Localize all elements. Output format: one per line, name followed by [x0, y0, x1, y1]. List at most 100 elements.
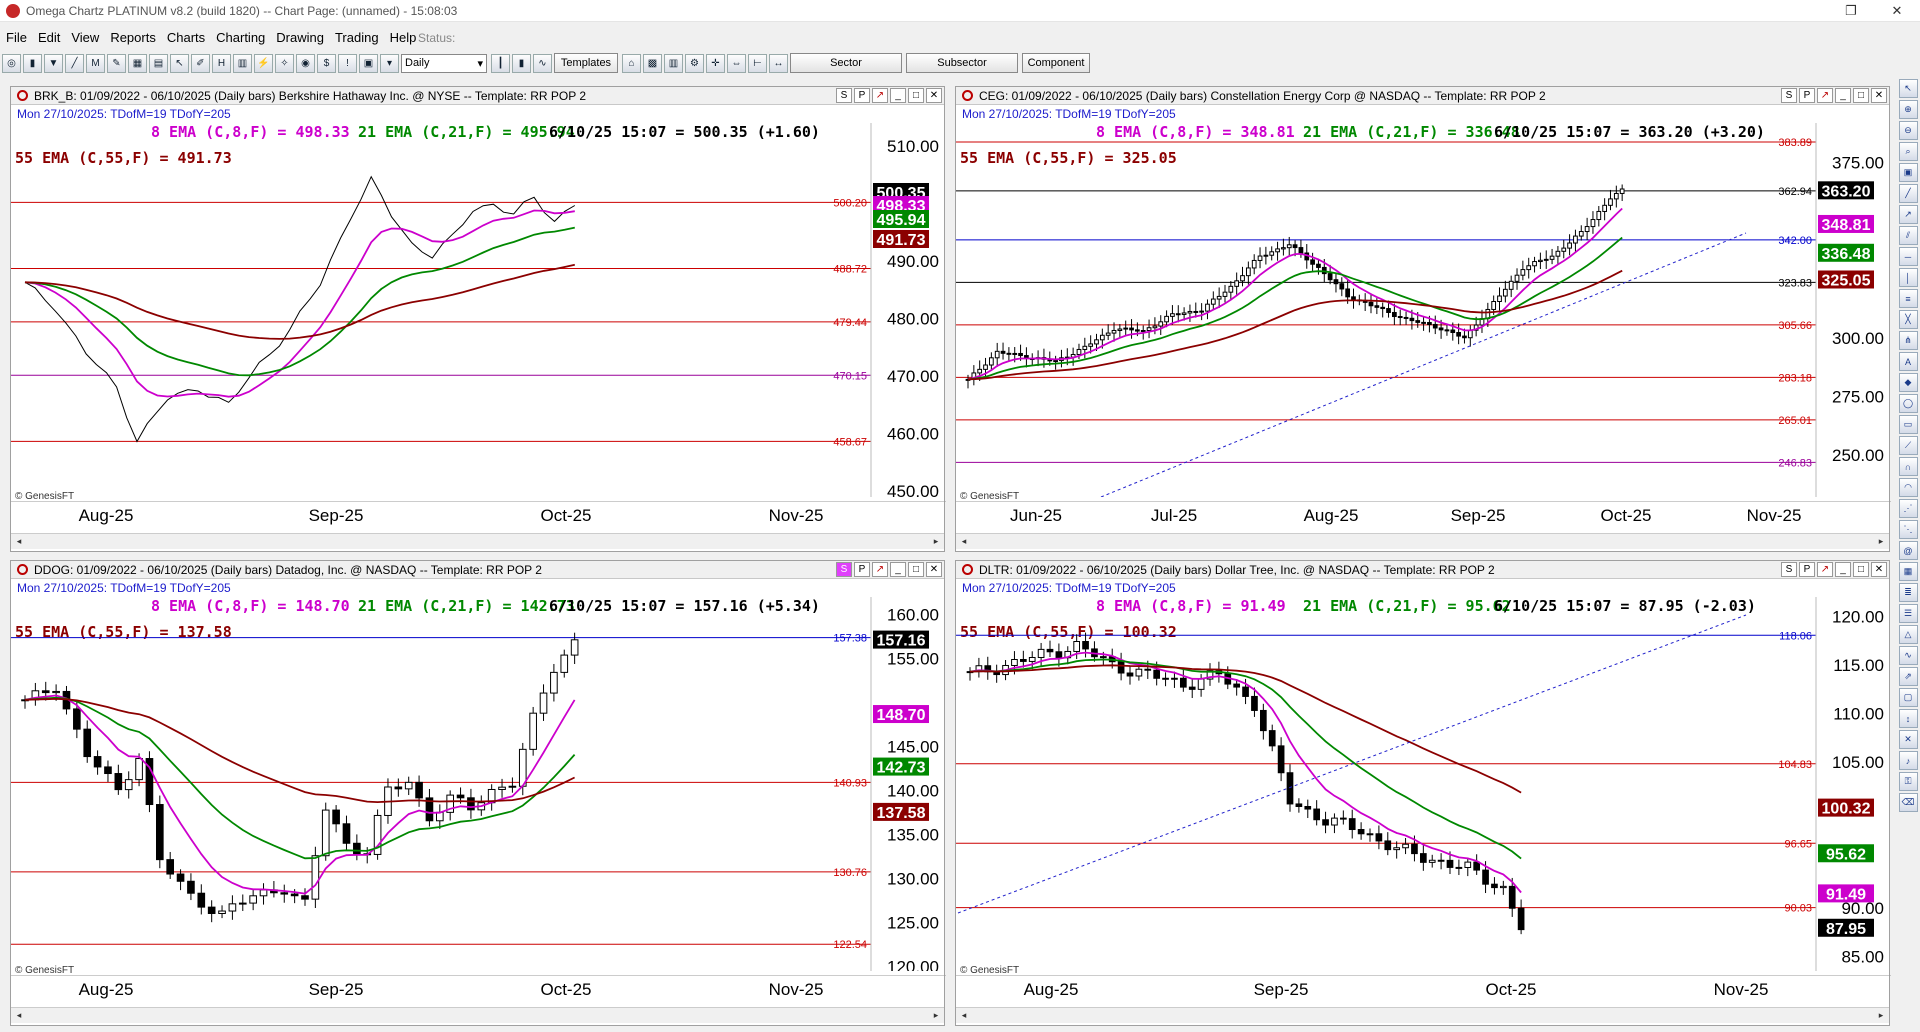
scroll-left-icon[interactable]: ◂: [11, 534, 27, 549]
vline-icon[interactable]: │: [1898, 268, 1918, 287]
line-chart-icon[interactable]: ∿: [533, 53, 552, 73]
period-select[interactable]: Daily ▾: [401, 53, 487, 73]
chart-panel-ddog[interactable]: DDOG: 01/09/2022 - 06/10/2025 (Daily bar…: [10, 560, 946, 1026]
ruler-icon[interactable]: ╱: [65, 53, 84, 73]
gann-icon[interactable]: ╳: [1898, 310, 1918, 329]
table-icon[interactable]: ▦: [128, 53, 147, 73]
lock-icon[interactable]: ⚿: [1898, 772, 1918, 791]
money-icon[interactable]: $: [317, 53, 336, 73]
scroll-right-icon[interactable]: ▸: [928, 1008, 944, 1023]
scroll-right-icon[interactable]: ▸: [1873, 534, 1889, 549]
alert-icon[interactable]: !: [338, 53, 357, 73]
grid-lines-icon[interactable]: ▦: [1898, 562, 1918, 581]
chart-scrollbar[interactable]: ◂ ▸: [956, 1007, 1889, 1023]
channel-icon[interactable]: ⫽: [1898, 226, 1918, 245]
window-icon[interactable]: ▣: [1898, 163, 1918, 182]
color-icon[interactable]: ◆: [1898, 373, 1918, 392]
subsector-button[interactable]: Subsector: [906, 53, 1018, 73]
candle-icon[interactable]: ▮: [512, 53, 531, 73]
price-chart[interactable]: 383.89 362.94 342.00 323.83 305.66 283.18 265.…: [956, 87, 1891, 497]
zoom-fit-icon[interactable]: ▩: [643, 53, 662, 73]
speaker-icon[interactable]: ♪: [1898, 751, 1918, 770]
ellipse-icon[interactable]: ◯: [1898, 394, 1918, 413]
hline-icon[interactable]: ─: [1898, 247, 1918, 266]
chart-panel-brk[interactable]: BRK_B: 01/09/2022 - 06/10/2025 (Daily ba…: [10, 86, 946, 552]
close-button[interactable]: ✕: [1874, 0, 1920, 22]
zoom-in-icon[interactable]: ⊕: [1898, 100, 1918, 119]
scroll-left-icon[interactable]: ◂: [11, 1008, 27, 1023]
menu-charting[interactable]: Charting: [216, 30, 265, 45]
measure-icon[interactable]: ↕: [1898, 709, 1918, 728]
structure-icon[interactable]: ⌂: [622, 53, 641, 73]
chart-scrollbar[interactable]: ◂ ▸: [11, 1007, 944, 1023]
crosshair-icon[interactable]: ✛: [706, 53, 725, 73]
magnify-icon[interactable]: ⌕: [1898, 142, 1918, 161]
chart-scrollbar[interactable]: ◂ ▸: [956, 533, 1889, 549]
globe-icon[interactable]: ◎: [2, 53, 21, 73]
menu-reports[interactable]: Reports: [110, 30, 156, 45]
cycle-icon[interactable]: ∩: [1898, 457, 1918, 476]
menu-trading[interactable]: Trading: [335, 30, 379, 45]
levels-icon[interactable]: ☰: [1898, 604, 1918, 623]
bar-chart-icon[interactable]: ┃: [491, 53, 510, 73]
regression-icon[interactable]: ⟋: [1898, 436, 1918, 455]
scan-icon[interactable]: ▥: [233, 53, 252, 73]
dropdown-arrow-icon[interactable]: ▾: [380, 53, 399, 73]
dial-icon[interactable]: ◉: [296, 53, 315, 73]
price-chart[interactable]: 500.20 488.72 479.44 470.15 458.67 510.00 490.…: [11, 87, 946, 497]
menu-drawing[interactable]: Drawing: [276, 30, 324, 45]
rectangle-icon[interactable]: ▭: [1898, 415, 1918, 434]
menu-help[interactable]: Help: [390, 30, 417, 45]
delete-icon[interactable]: ⌫: [1898, 793, 1918, 812]
marker-icon[interactable]: ✐: [191, 53, 210, 73]
cursor-icon[interactable]: ↖: [170, 53, 189, 73]
menu-charts[interactable]: Charts: [167, 30, 205, 45]
arc-icon[interactable]: ◠: [1898, 478, 1918, 497]
fan-icon[interactable]: ⋱: [1898, 520, 1918, 539]
chart-scrollbar[interactable]: ◂ ▸: [11, 533, 944, 549]
scroll-left-icon[interactable]: ◂: [956, 1008, 972, 1023]
bracket-icon[interactable]: ⊢: [748, 53, 767, 73]
ray-icon[interactable]: ↗: [1898, 205, 1918, 224]
fib-icon[interactable]: ≡: [1898, 289, 1918, 308]
trendline-icon[interactable]: ╱: [1898, 184, 1918, 203]
scroll-left-icon[interactable]: ◂: [956, 534, 972, 549]
bars-icon[interactable]: ▥: [664, 53, 683, 73]
zoom-out-icon[interactable]: ⊖: [1898, 121, 1918, 140]
text-tool-icon[interactable]: A: [1898, 352, 1918, 371]
chart-panel-dltr[interactable]: DLTR: 01/09/2022 - 06/10/2025 (Daily bar…: [955, 560, 1891, 1026]
cross-icon[interactable]: ✕: [1898, 730, 1918, 749]
chart-settings-icon[interactable]: ⚙: [685, 53, 704, 73]
chart-panel-ceg[interactable]: CEG: 01/09/2022 - 06/10/2025 (Daily bars…: [955, 86, 1891, 552]
fib-ext-icon[interactable]: ≣: [1898, 583, 1918, 602]
menu-file[interactable]: File: [6, 30, 27, 45]
templates-button[interactable]: Templates: [554, 53, 618, 73]
grid-icon[interactable]: ▤: [149, 53, 168, 73]
lightning-icon[interactable]: ⚡: [254, 53, 273, 73]
menu-view[interactable]: View: [71, 30, 99, 45]
traffic-light-icon[interactable]: ▮: [23, 53, 42, 73]
triangle-icon[interactable]: △: [1898, 625, 1918, 644]
move-icon[interactable]: ⇔: [727, 53, 746, 73]
box-icon[interactable]: ▢: [1898, 688, 1918, 707]
scroll-right-icon[interactable]: ▸: [928, 534, 944, 549]
sector-button[interactable]: Sector: [790, 53, 902, 73]
pencil-icon[interactable]: ✎: [107, 53, 126, 73]
menu-edit[interactable]: Edit: [38, 30, 60, 45]
price-chart[interactable]: 157.38 140.93 130.76 122.54 160.00 155.00 145.…: [11, 561, 946, 971]
price-chart[interactable]: 118.06 104.83 96.65 90.03 120.00 115.00 110.00…: [956, 561, 1891, 971]
projection-icon[interactable]: ⇗: [1898, 667, 1918, 686]
span-icon[interactable]: ↔: [769, 53, 788, 73]
scroll-right-icon[interactable]: ▸: [1873, 1008, 1889, 1023]
arrow-tool-icon[interactable]: ↖: [1898, 79, 1918, 98]
component-button[interactable]: Component: [1022, 53, 1090, 73]
restore-button[interactable]: ❐: [1828, 0, 1874, 22]
layout-icon[interactable]: ▣: [359, 53, 378, 73]
wave-icon[interactable]: ∿: [1898, 646, 1918, 665]
chart-m-icon[interactable]: M: [86, 53, 105, 73]
compass-icon[interactable]: ✧: [275, 53, 294, 73]
pitchfork-icon[interactable]: ⋔: [1898, 331, 1918, 350]
speed-line-icon[interactable]: ⋰: [1898, 499, 1918, 518]
spiral-icon[interactable]: @: [1898, 541, 1918, 560]
filter-icon[interactable]: ▼: [44, 53, 63, 73]
